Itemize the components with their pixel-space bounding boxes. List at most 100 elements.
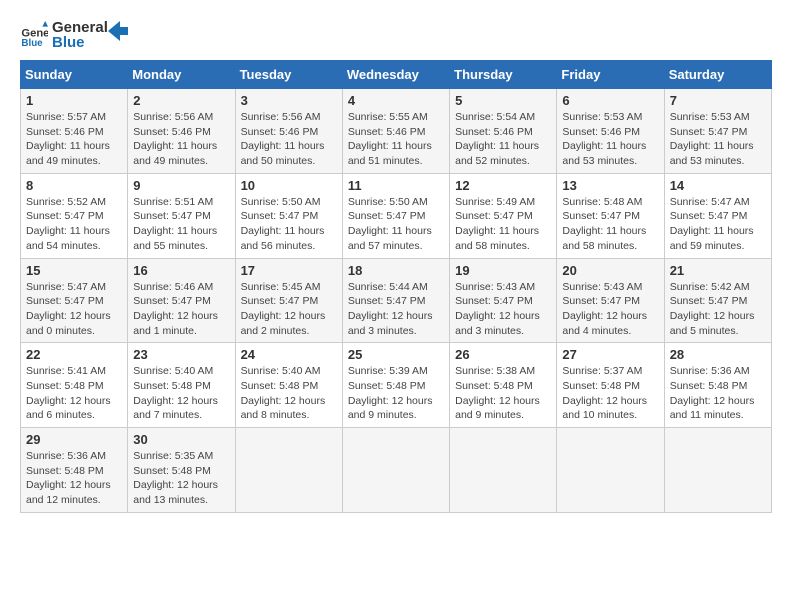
day-of-week-header-thursday: Thursday [450, 61, 557, 89]
day-info: Sunrise: 5:57 AMSunset: 5:46 PMDaylight:… [26, 110, 122, 169]
calendar-cell: 28 Sunrise: 5:36 AMSunset: 5:48 PMDayligh… [664, 343, 771, 428]
day-number: 28 [670, 347, 766, 362]
day-info: Sunrise: 5:42 AMSunset: 5:47 PMDaylight:… [670, 280, 766, 339]
day-number: 26 [455, 347, 551, 362]
day-number: 10 [241, 178, 337, 193]
day-of-week-header-sunday: Sunday [21, 61, 128, 89]
calendar-cell: 3 Sunrise: 5:56 AMSunset: 5:46 PMDaylight… [235, 89, 342, 174]
day-number: 6 [562, 93, 658, 108]
day-info: Sunrise: 5:49 AMSunset: 5:47 PMDaylight:… [455, 195, 551, 254]
day-number: 8 [26, 178, 122, 193]
day-of-week-header-saturday: Saturday [664, 61, 771, 89]
calendar-cell [450, 428, 557, 513]
day-info: Sunrise: 5:43 AMSunset: 5:47 PMDaylight:… [562, 280, 658, 339]
calendar-cell: 4Sunrise: 5:55 AMSunset: 5:46 PMDaylight… [342, 89, 449, 174]
page-header: General Blue General Blue [20, 20, 772, 50]
day-info: Sunrise: 5:47 AMSunset: 5:47 PMDaylight:… [670, 195, 766, 254]
calendar-cell: 6 Sunrise: 5:53 AMSunset: 5:46 PMDaylight… [557, 89, 664, 174]
day-info: Sunrise: 5:40 AMSunset: 5:48 PMDaylight:… [241, 364, 337, 423]
day-number: 15 [26, 263, 122, 278]
day-info: Sunrise: 5:50 AMSunset: 5:47 PMDaylight:… [241, 195, 337, 254]
calendar-cell: 26 Sunrise: 5:38 AMSunset: 5:48 PMDayligh… [450, 343, 557, 428]
calendar-table: SundayMondayTuesdayWednesdayThursdayFrid… [20, 60, 772, 513]
calendar-cell: 10 Sunrise: 5:50 AMSunset: 5:47 PMDayligh… [235, 173, 342, 258]
calendar-cell: 15Sunrise: 5:47 AMSunset: 5:47 PMDayligh… [21, 258, 128, 343]
calendar-cell: 2 Sunrise: 5:56 AMSunset: 5:46 PMDaylight… [128, 89, 235, 174]
day-info: Sunrise: 5:36 AMSunset: 5:48 PMDaylight:… [670, 364, 766, 423]
day-number: 1 [26, 93, 122, 108]
day-info: Sunrise: 5:45 AMSunset: 5:47 PMDaylight:… [241, 280, 337, 339]
calendar-cell [664, 428, 771, 513]
day-number: 18 [348, 263, 444, 278]
day-info: Sunrise: 5:36 AMSunset: 5:48 PMDaylight:… [26, 449, 122, 508]
calendar-cell: 12 Sunrise: 5:49 AMSunset: 5:47 PMDayligh… [450, 173, 557, 258]
day-info: Sunrise: 5:51 AMSunset: 5:47 PMDaylight:… [133, 195, 229, 254]
day-number: 30 [133, 432, 229, 447]
calendar-cell: 5 Sunrise: 5:54 AMSunset: 5:46 PMDaylight… [450, 89, 557, 174]
day-number: 24 [241, 347, 337, 362]
calendar-week-row: 15Sunrise: 5:47 AMSunset: 5:47 PMDayligh… [21, 258, 772, 343]
day-of-week-header-wednesday: Wednesday [342, 61, 449, 89]
day-info: Sunrise: 5:50 AMSunset: 5:47 PMDaylight:… [348, 195, 444, 254]
calendar-cell: 19 Sunrise: 5:43 AMSunset: 5:47 PMDayligh… [450, 258, 557, 343]
calendar-cell: 20 Sunrise: 5:43 AMSunset: 5:47 PMDayligh… [557, 258, 664, 343]
calendar-cell: 30 Sunrise: 5:35 AMSunset: 5:48 PMDayligh… [128, 428, 235, 513]
day-info: Sunrise: 5:56 AMSunset: 5:46 PMDaylight:… [241, 110, 337, 169]
day-info: Sunrise: 5:46 AMSunset: 5:47 PMDaylight:… [133, 280, 229, 339]
day-info: Sunrise: 5:35 AMSunset: 5:48 PMDaylight:… [133, 449, 229, 508]
calendar-week-row: 1 Sunrise: 5:57 AMSunset: 5:46 PMDaylight… [21, 89, 772, 174]
day-number: 19 [455, 263, 551, 278]
logo-icon: General Blue [20, 21, 48, 49]
calendar-cell [557, 428, 664, 513]
day-number: 29 [26, 432, 122, 447]
logo-general: General [52, 20, 108, 35]
day-number: 5 [455, 93, 551, 108]
day-number: 16 [133, 263, 229, 278]
day-info: Sunrise: 5:40 AMSunset: 5:48 PMDaylight:… [133, 364, 229, 423]
logo: General Blue General Blue [20, 20, 128, 50]
calendar-cell: 23 Sunrise: 5:40 AMSunset: 5:48 PMDayligh… [128, 343, 235, 428]
calendar-week-row: 29 Sunrise: 5:36 AMSunset: 5:48 PMDayligh… [21, 428, 772, 513]
day-number: 22 [26, 347, 122, 362]
day-number: 21 [670, 263, 766, 278]
calendar-cell [342, 428, 449, 513]
logo-arrow-icon [108, 21, 128, 41]
day-of-week-header-friday: Friday [557, 61, 664, 89]
day-number: 13 [562, 178, 658, 193]
day-number: 20 [562, 263, 658, 278]
day-info: Sunrise: 5:54 AMSunset: 5:46 PMDaylight:… [455, 110, 551, 169]
calendar-cell: 25Sunrise: 5:39 AMSunset: 5:48 PMDayligh… [342, 343, 449, 428]
calendar-cell: 8 Sunrise: 5:52 AMSunset: 5:47 PMDaylight… [21, 173, 128, 258]
calendar-cell: 1 Sunrise: 5:57 AMSunset: 5:46 PMDaylight… [21, 89, 128, 174]
day-info: Sunrise: 5:43 AMSunset: 5:47 PMDaylight:… [455, 280, 551, 339]
calendar-cell: 16 Sunrise: 5:46 AMSunset: 5:47 PMDayligh… [128, 258, 235, 343]
day-number: 2 [133, 93, 229, 108]
day-number: 27 [562, 347, 658, 362]
calendar-cell: 9 Sunrise: 5:51 AMSunset: 5:47 PMDaylight… [128, 173, 235, 258]
calendar-week-row: 8 Sunrise: 5:52 AMSunset: 5:47 PMDaylight… [21, 173, 772, 258]
calendar-cell: 27Sunrise: 5:37 AMSunset: 5:48 PMDayligh… [557, 343, 664, 428]
day-of-week-header-tuesday: Tuesday [235, 61, 342, 89]
day-info: Sunrise: 5:56 AMSunset: 5:46 PMDaylight:… [133, 110, 229, 169]
day-info: Sunrise: 5:55 AMSunset: 5:46 PMDaylight:… [348, 110, 444, 169]
day-info: Sunrise: 5:53 AMSunset: 5:47 PMDaylight:… [670, 110, 766, 169]
day-number: 11 [348, 178, 444, 193]
calendar-week-row: 22Sunrise: 5:41 AMSunset: 5:48 PMDayligh… [21, 343, 772, 428]
calendar-cell: 22Sunrise: 5:41 AMSunset: 5:48 PMDayligh… [21, 343, 128, 428]
day-number: 9 [133, 178, 229, 193]
day-number: 3 [241, 93, 337, 108]
calendar-cell: 7Sunrise: 5:53 AMSunset: 5:47 PMDaylight… [664, 89, 771, 174]
svg-text:Blue: Blue [21, 38, 43, 49]
calendar-header-row: SundayMondayTuesdayWednesdayThursdayFrid… [21, 61, 772, 89]
day-info: Sunrise: 5:38 AMSunset: 5:48 PMDaylight:… [455, 364, 551, 423]
day-number: 23 [133, 347, 229, 362]
day-number: 12 [455, 178, 551, 193]
day-info: Sunrise: 5:53 AMSunset: 5:46 PMDaylight:… [562, 110, 658, 169]
day-info: Sunrise: 5:52 AMSunset: 5:47 PMDaylight:… [26, 195, 122, 254]
day-number: 25 [348, 347, 444, 362]
calendar-cell: 24 Sunrise: 5:40 AMSunset: 5:48 PMDayligh… [235, 343, 342, 428]
calendar-cell: 11 Sunrise: 5:50 AMSunset: 5:47 PMDayligh… [342, 173, 449, 258]
day-info: Sunrise: 5:44 AMSunset: 5:47 PMDaylight:… [348, 280, 444, 339]
calendar-cell [235, 428, 342, 513]
calendar-cell: 17Sunrise: 5:45 AMSunset: 5:47 PMDayligh… [235, 258, 342, 343]
